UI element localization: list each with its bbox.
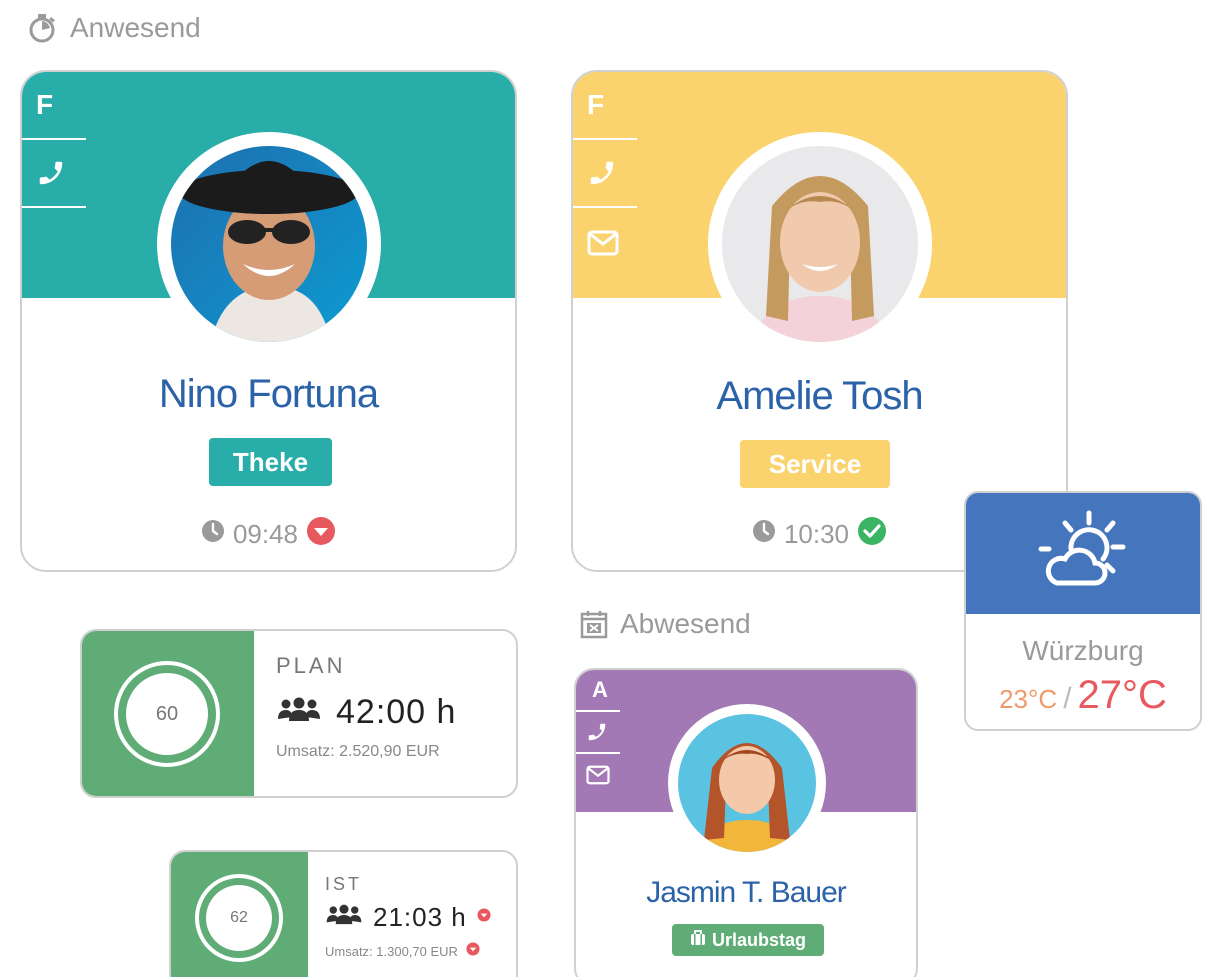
checkin-time: 09:48 bbox=[232, 519, 299, 549]
phone-icon[interactable] bbox=[573, 140, 637, 206]
avatar-ring bbox=[157, 132, 381, 356]
users-icon bbox=[276, 697, 322, 728]
temp-separator: / bbox=[1063, 682, 1072, 715]
actual-label: IST bbox=[325, 874, 363, 894]
actual-ring-value: 62 bbox=[206, 885, 272, 951]
stopwatch-icon bbox=[28, 12, 58, 44]
role-tag: Theke bbox=[209, 438, 332, 486]
avatar-nino bbox=[171, 146, 367, 342]
mail-icon[interactable] bbox=[576, 754, 620, 796]
avatar-ring bbox=[668, 704, 826, 862]
weather-header bbox=[966, 493, 1200, 614]
hours-alert-icon[interactable] bbox=[477, 908, 491, 927]
plan-label: PLAN bbox=[276, 653, 346, 678]
role-tag: Service bbox=[740, 440, 890, 488]
initial-badge: F bbox=[36, 89, 54, 120]
temp-low: 23°C bbox=[999, 684, 1058, 714]
card-sidebar: F bbox=[573, 72, 637, 278]
present-label-text: Anwesend bbox=[70, 12, 201, 43]
check-ok-icon[interactable] bbox=[857, 516, 887, 553]
revenue-alert-icon[interactable] bbox=[466, 942, 480, 961]
avatar-jasmin bbox=[678, 714, 816, 852]
plan-hours-row: 42:00 h bbox=[276, 693, 456, 732]
temp-high: 27°C bbox=[1077, 673, 1167, 717]
plan-stat-card[interactable]: 60 PLAN 42:00 h Umsatz: 2.520,90 EUR bbox=[80, 629, 518, 798]
weather-temps: 23°C / 27°C bbox=[966, 673, 1200, 718]
card-sidebar: A bbox=[576, 670, 620, 796]
clock-icon bbox=[752, 519, 776, 550]
initial-badge: F bbox=[587, 89, 605, 120]
employee-name: Amelie Tosh bbox=[716, 374, 923, 418]
phone-icon[interactable] bbox=[576, 712, 620, 752]
plan-ring-value: 60 bbox=[126, 673, 208, 755]
employee-name: Nino Fortuna bbox=[158, 372, 379, 416]
phone-icon[interactable] bbox=[22, 140, 86, 206]
calendar-x-icon bbox=[580, 609, 608, 639]
partly-cloudy-icon bbox=[1037, 509, 1129, 598]
clock-icon bbox=[201, 519, 225, 550]
plan-hours: 42:00 h bbox=[336, 693, 457, 731]
plan-revenue: Umsatz: 2.520,90 EUR bbox=[276, 743, 440, 760]
absence-reason: Urlaubstag bbox=[711, 930, 807, 950]
weather-city: Würzburg bbox=[1022, 635, 1144, 666]
initial-badge: A bbox=[592, 677, 608, 702]
checkin-time-row: 09:48 bbox=[22, 516, 515, 553]
actual-hours-row: 21:03 h bbox=[325, 902, 491, 933]
absence-reason-tag: Urlaubstag bbox=[672, 924, 824, 956]
employee-card-jasmin[interactable]: A Jasmin T. Bauer Urlaubstag bbox=[574, 668, 918, 977]
employee-name: Jasmin T. Bauer bbox=[646, 876, 847, 909]
employee-card-nino[interactable]: F Nino Fortuna Theke 09:48 bbox=[20, 70, 517, 572]
actual-stat-card[interactable]: 62 IST 21:03 h Umsatz: 1.300,70 EUR bbox=[169, 850, 518, 977]
weather-widget[interactable]: Würzburg 23°C / 27°C bbox=[964, 491, 1202, 731]
absent-section-label: Abwesend bbox=[580, 608, 751, 640]
briefcase-icon bbox=[690, 924, 706, 956]
users-icon bbox=[325, 904, 363, 931]
absent-label-text: Abwesend bbox=[620, 608, 751, 639]
avatar-amelie bbox=[722, 146, 918, 342]
card-sidebar: F bbox=[22, 72, 86, 208]
actual-hours: 21:03 h bbox=[373, 902, 467, 932]
late-alert-icon[interactable] bbox=[306, 516, 336, 553]
present-section-label: Anwesend bbox=[28, 12, 201, 44]
checkin-time: 10:30 bbox=[783, 519, 850, 549]
avatar-ring bbox=[708, 132, 932, 356]
actual-revenue: Umsatz: 1.300,70 EUR bbox=[325, 944, 458, 959]
actual-revenue-row: Umsatz: 1.300,70 EUR bbox=[325, 942, 480, 961]
mail-icon[interactable] bbox=[573, 208, 637, 278]
